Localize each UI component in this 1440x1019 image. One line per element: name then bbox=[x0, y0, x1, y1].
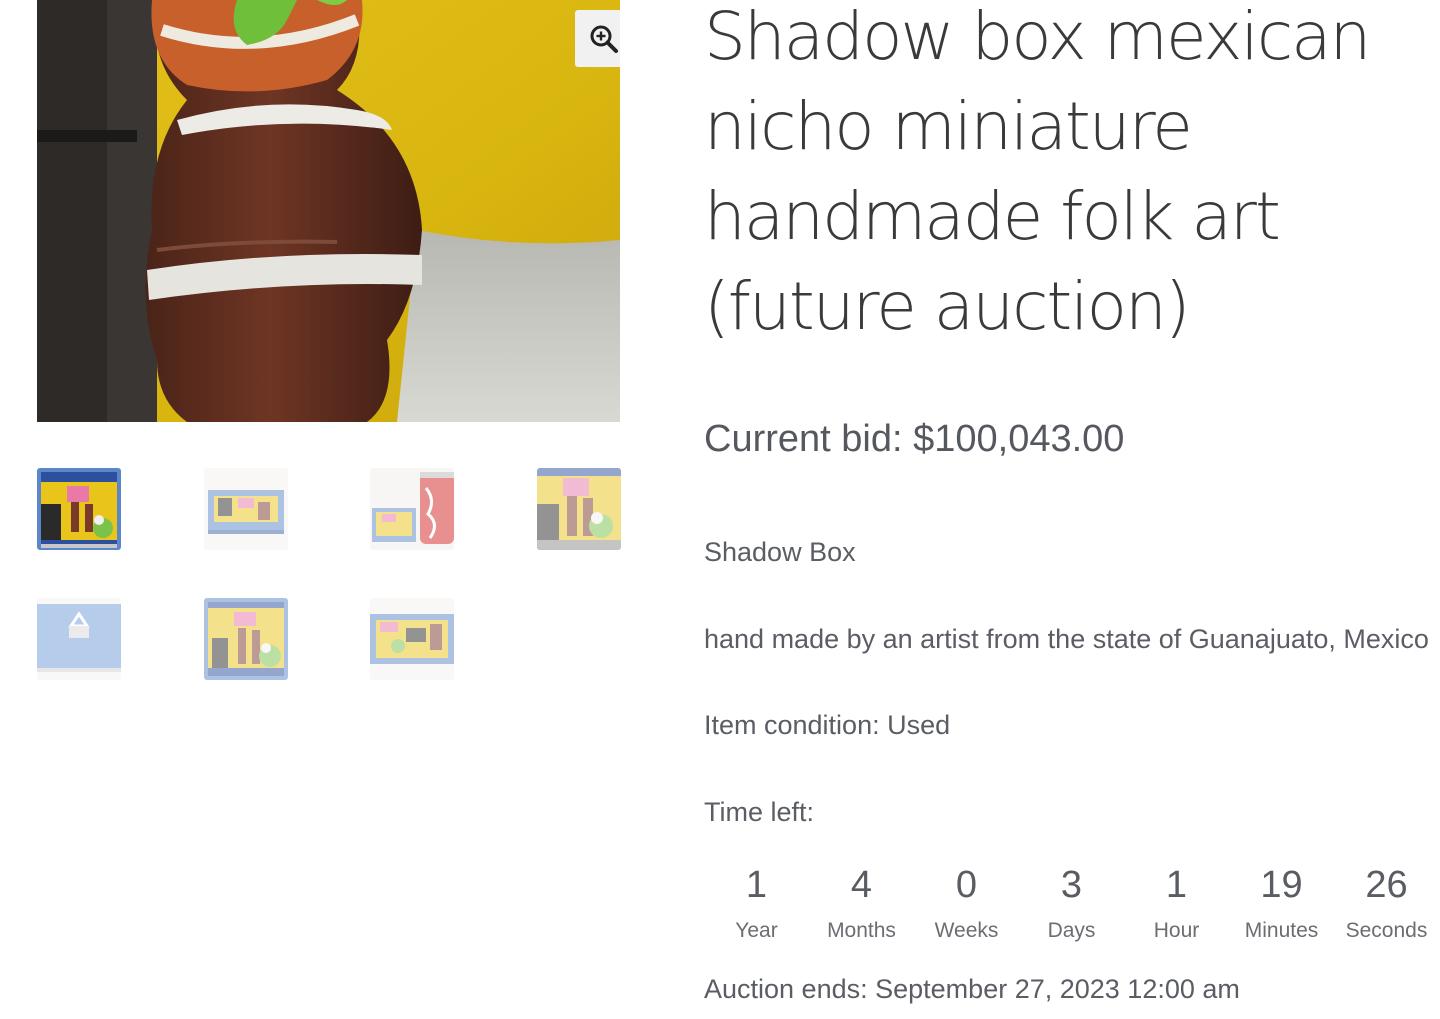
thumbnail-image bbox=[204, 598, 288, 680]
current-bid: Current bid: $100,043.00 bbox=[704, 416, 1124, 462]
thumbnail-image bbox=[370, 598, 454, 680]
gallery-thumbnail[interactable] bbox=[537, 468, 621, 550]
gallery-thumbnail[interactable] bbox=[37, 598, 121, 680]
countdown-seconds: 26 Seconds bbox=[1334, 860, 1439, 944]
item-condition: Item condition: Used bbox=[704, 710, 951, 740]
current-bid-value: $100,043.00 bbox=[913, 418, 1125, 460]
countdown-amount: 19 bbox=[1260, 864, 1303, 906]
main-product-image[interactable] bbox=[37, 0, 620, 422]
auction-countdown: 1 Year 4 Months 0 Weeks 3 Days 1 Hour 19… bbox=[704, 860, 1440, 960]
main-product-photo bbox=[37, 0, 620, 422]
thumbnail-image bbox=[37, 468, 121, 550]
countdown-years: 1 Year bbox=[704, 860, 809, 944]
gallery-thumbnail[interactable] bbox=[37, 468, 121, 550]
countdown-amount: 4 bbox=[850, 864, 873, 906]
countdown-amount: 1 bbox=[745, 864, 768, 906]
countdown-period: Hour bbox=[1153, 919, 1200, 942]
product-title: Shadow box mexican nicho miniature handm… bbox=[704, 0, 1371, 345]
auction-ends-label: Auction ends: bbox=[704, 974, 868, 1004]
countdown-period: Year bbox=[735, 919, 778, 942]
gallery-thumbnail[interactable] bbox=[370, 598, 454, 680]
time-left-label: Time left: bbox=[704, 797, 815, 827]
gallery-thumbnail[interactable] bbox=[204, 598, 288, 680]
countdown-hours: 1 Hour bbox=[1124, 860, 1229, 944]
countdown-amount: 26 bbox=[1365, 864, 1408, 906]
thumbnail-image bbox=[537, 468, 621, 550]
countdown-period: Seconds bbox=[1345, 919, 1428, 942]
current-bid-label: Current bid: bbox=[704, 418, 903, 460]
countdown-amount: 0 bbox=[955, 864, 978, 906]
product-page: Shadow box mexican nicho miniature handm… bbox=[0, 0, 1440, 1019]
gallery-thumbnail[interactable] bbox=[204, 468, 288, 550]
auction-ends-value: September 27, 2023 12:00 am bbox=[875, 974, 1240, 1004]
countdown-period: Minutes bbox=[1244, 919, 1319, 942]
thumbnail-image bbox=[370, 468, 454, 550]
countdown-period: Weeks bbox=[934, 919, 999, 942]
thumbnail-image bbox=[204, 468, 288, 550]
countdown-days: 3 Days bbox=[1019, 860, 1124, 944]
countdown-months: 4 Months bbox=[809, 860, 914, 944]
auction-ends: Auction ends: September 27, 2023 12:00 a… bbox=[704, 972, 1240, 1006]
countdown-amount: 1 bbox=[1165, 864, 1188, 906]
thumbnail-image bbox=[37, 598, 121, 680]
countdown-period: Days bbox=[1047, 919, 1096, 942]
zoom-button[interactable] bbox=[575, 10, 620, 67]
description-line: hand made by an artist from the state of… bbox=[704, 624, 1429, 654]
description-line: Shadow Box bbox=[704, 537, 856, 567]
countdown-minutes: 19 Minutes bbox=[1229, 860, 1334, 944]
countdown-weeks: 0 Weeks bbox=[914, 860, 1019, 944]
gallery-thumbnail[interactable] bbox=[370, 468, 454, 550]
countdown-amount: 3 bbox=[1060, 864, 1083, 906]
zoom-in-icon bbox=[590, 25, 618, 53]
countdown-period: Months bbox=[827, 919, 896, 942]
